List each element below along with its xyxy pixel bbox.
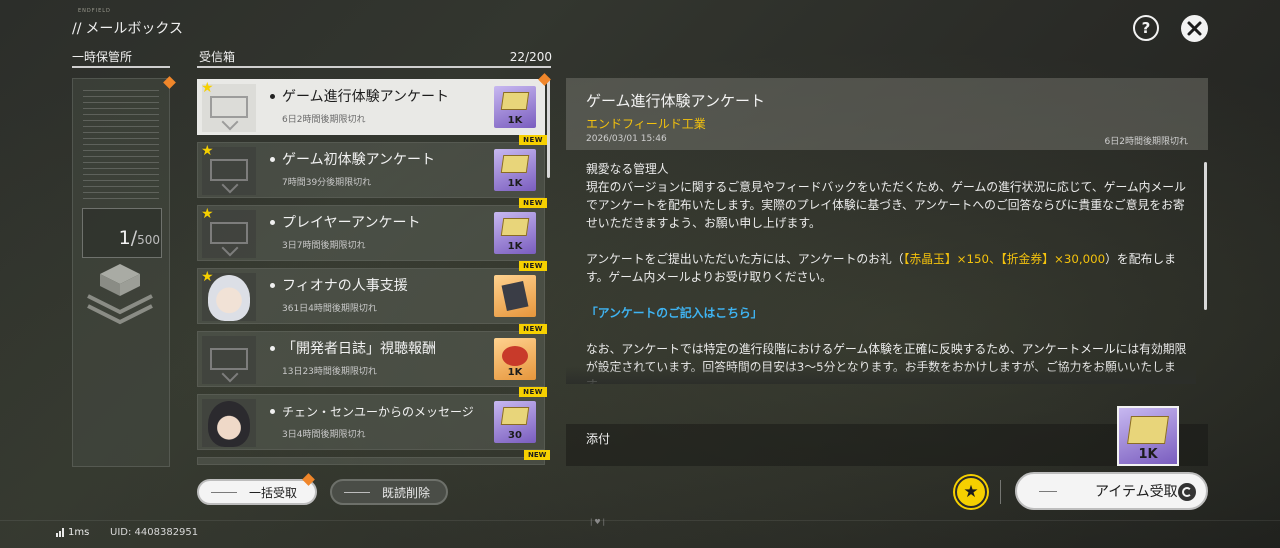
- mail-expire: 3日4時間後期限切れ: [282, 430, 366, 440]
- mail-expire: 361日4時間後期限切れ: [282, 304, 377, 314]
- reward-item: 1K: [494, 86, 536, 128]
- survey-link[interactable]: 「アンケートのご記入はこちら」: [586, 306, 762, 320]
- mail-expire: 7時間39分後期限切れ: [282, 178, 372, 188]
- attachment-bar: [566, 424, 1208, 466]
- mail-item[interactable]: ★ ゲーム初体験アンケート 7時間39分後期限切れ 1K NEW: [197, 135, 547, 198]
- mail-expire: 6日2時間後期限切れ: [282, 115, 366, 125]
- star-icon: ★: [201, 206, 214, 222]
- detail-date: 2026/03/01 15:46: [586, 134, 667, 144]
- detail-expire: 6日2時間後期限切れ: [1104, 137, 1188, 147]
- reward-item: 1K: [494, 338, 536, 380]
- unread-dot: [270, 409, 275, 414]
- mail-item[interactable]: 「開発者日誌」視聴報酬 13日23時間後期限切れ 1K NEW: [197, 324, 547, 387]
- page-title: //メールボックス: [72, 21, 184, 37]
- storage-divider: [72, 66, 170, 68]
- attachment-item[interactable]: 1K: [1117, 406, 1179, 466]
- detail-fade: [566, 366, 1196, 384]
- detail-paragraph: アンケートをご提出いただいた方には、アンケートのお礼（【赤晶玉】×150、【折金…: [586, 252, 1176, 284]
- signal-icon: [56, 528, 64, 537]
- star-icon: ★: [201, 80, 214, 96]
- mail-item[interactable]: ★ ゲーム進行体験アンケート 6日2時間後期限切れ 1K: [197, 73, 551, 135]
- stack-icon: [82, 262, 158, 328]
- claim-item-button[interactable]: アイテム受取: [1015, 472, 1208, 510]
- inbox-count: 22/200: [509, 50, 552, 64]
- header-decor-text: ENDFIELD: [78, 8, 111, 14]
- mail-expire: 3日7時間後期限切れ: [282, 241, 366, 251]
- mail-item[interactable]: チェン・センユーからのメッセージ 3日4時間後期限切れ 30 NEW: [197, 387, 547, 450]
- new-badge: NEW: [519, 198, 547, 208]
- mail-title: ゲーム初体験アンケート: [282, 152, 436, 168]
- star-icon: ★: [201, 143, 214, 159]
- new-badge: NEW: [524, 450, 551, 460]
- mail-item[interactable]: ★ フィオナの人事支援 361日4時間後期限切れ NEW: [197, 261, 547, 324]
- reward-qty: 1K: [507, 241, 523, 252]
- claim-icon: [1178, 483, 1196, 501]
- unread-dot: [270, 220, 275, 225]
- star-icon: ★: [201, 269, 214, 285]
- storage-decor: [83, 89, 159, 199]
- storage-count: 1/500: [118, 227, 160, 249]
- unread-dot: [270, 346, 275, 351]
- help-icon[interactable]: ?: [1133, 15, 1159, 41]
- delete-read-button[interactable]: 既読削除: [330, 479, 448, 505]
- user-id: UID: 4408382951: [110, 527, 199, 538]
- inbox-scrollbar[interactable]: [547, 78, 550, 178]
- unread-dot: [270, 94, 275, 99]
- new-badge: NEW: [519, 324, 547, 334]
- new-badge: NEW: [519, 387, 547, 397]
- close-icon[interactable]: [1181, 15, 1208, 42]
- reward-highlight: 【赤晶玉】×150、【折金券】×30,000: [903, 252, 1106, 266]
- storage-label: 一時保管所: [72, 50, 133, 64]
- reward-item: [494, 275, 536, 317]
- footer-decor: |♥|: [590, 518, 607, 526]
- new-badge: NEW: [519, 261, 547, 271]
- reward-qty: 30: [508, 430, 522, 441]
- reward-qty: 1K: [507, 178, 523, 189]
- reward-qty: 1K: [507, 367, 523, 378]
- avatar: [208, 401, 250, 447]
- mail-title: 「開発者日誌」視聴報酬: [282, 341, 436, 357]
- attachment-qty: 1K: [1138, 447, 1158, 462]
- detail-paragraph: 現在のバージョンに関するご意見やフィードバックをいただくため、ゲームの進行状況に…: [586, 180, 1186, 230]
- favorite-star-button[interactable]: ★: [955, 476, 987, 508]
- detail-title: ゲーム進行体験アンケート: [586, 92, 765, 110]
- detail-sender: エンドフィールド工業: [586, 117, 706, 131]
- mail-title: チェン・センユーからのメッセージ: [282, 405, 474, 419]
- unread-dot: [270, 157, 275, 162]
- mail-thumbnail: [202, 399, 256, 447]
- reward-item: 1K: [494, 149, 536, 191]
- attachment-label: 添付: [586, 432, 611, 446]
- new-badge: NEW: [519, 135, 547, 145]
- footer-divider: [0, 520, 1280, 521]
- mail-title: フィオナの人事支援: [282, 278, 408, 294]
- reward-item: 1K: [494, 212, 536, 254]
- inbox-label: 受信箱: [199, 50, 236, 64]
- detail-scrollbar[interactable]: [1204, 162, 1207, 310]
- reward-qty: 1K: [507, 115, 523, 126]
- detail-body[interactable]: 親愛なる管理人 現在のバージョンに関するご意見やフィードバックをいただくため、ゲ…: [586, 160, 1194, 384]
- unread-dot: [270, 283, 275, 288]
- mail-title: ゲーム進行体験アンケート: [282, 89, 450, 105]
- button-separator: [1000, 480, 1001, 504]
- mail-item-partial[interactable]: [197, 457, 545, 465]
- mail-thumbnail: [202, 336, 256, 384]
- detail-greeting: 親愛なる管理人: [586, 162, 669, 176]
- mail-title: プレイヤーアンケート: [282, 215, 421, 231]
- inbox-divider: [197, 66, 551, 68]
- reward-item: 30: [494, 401, 536, 443]
- claim-all-button[interactable]: 一括受取: [197, 479, 317, 505]
- mail-expire: 13日23時間後期限切れ: [282, 367, 377, 377]
- ping-indicator: 1ms: [56, 527, 89, 538]
- mail-item[interactable]: ★ プレイヤーアンケート 3日7時間後期限切れ 1K NEW: [197, 198, 547, 261]
